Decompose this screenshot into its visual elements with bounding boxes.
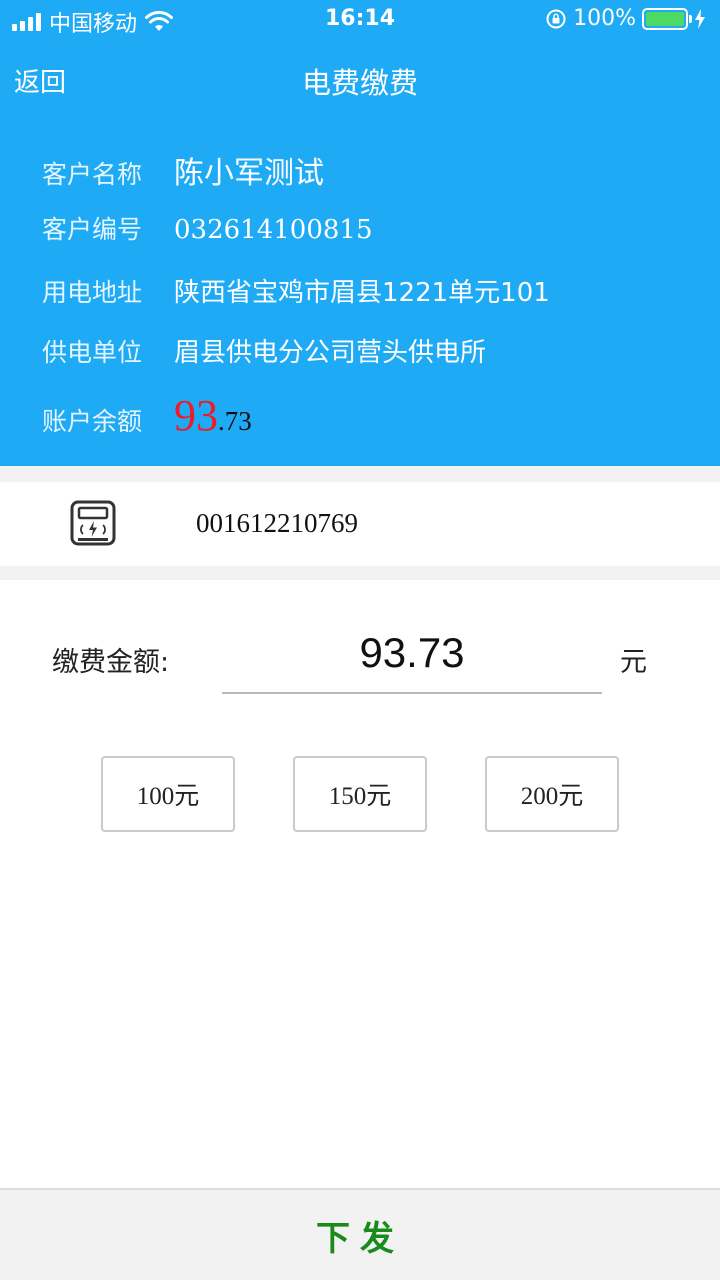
address-row: 用电地址 陕西省宝鸡市眉县1221单元101 [42, 272, 550, 309]
page-title: 电费缴费 [301, 66, 418, 100]
submit-button[interactable]: 下发 [0, 1190, 720, 1280]
electric-meter-icon [70, 500, 116, 546]
meter-row[interactable]: 001612210769 [0, 482, 720, 566]
customer-info-header: 中国移动 16:14 100% 返回 电费缴费 客户名称 陈小军测试 客户编号 … [0, 0, 720, 466]
quick-amount-150-button[interactable]: 150元 [293, 756, 427, 832]
payment-area: 缴费金额: 元 100元 150元 200元 [0, 580, 720, 1188]
customer-name-label: 客户名称 [42, 160, 143, 189]
balance-label: 账户余额 [42, 407, 143, 436]
customer-id-row: 客户编号 032614100815 [42, 210, 373, 246]
quick-amount-100-button[interactable]: 100元 [101, 756, 235, 832]
battery-icon [642, 7, 692, 30]
rotation-lock-icon [546, 9, 566, 28]
supplier-value: 眉县供电分公司营头供电所 [174, 338, 487, 368]
status-bar: 中国移动 16:14 100% [0, 0, 720, 40]
amount-label: 缴费金额: [52, 647, 170, 678]
balance-value: 93.73 [174, 390, 252, 441]
customer-id-label: 客户编号 [42, 215, 143, 244]
bottom-bar: 下发 [0, 1188, 720, 1280]
amount-input[interactable] [222, 614, 602, 694]
customer-name-row: 客户名称 陈小军测试 [42, 148, 324, 192]
meter-number: 001612210769 [196, 508, 358, 538]
battery-percent: 100% [573, 6, 636, 31]
address-value: 陕西省宝鸡市眉县1221单元101 [174, 278, 550, 308]
supplier-row: 供电单位 眉县供电分公司营头供电所 [42, 332, 486, 369]
amount-unit: 元 [620, 647, 647, 678]
supplier-label: 供电单位 [42, 338, 143, 367]
balance-integer: 93 [174, 391, 218, 440]
charging-bolt-icon [695, 8, 705, 29]
status-right: 100% [545, 6, 706, 31]
balance-row: 账户余额 93.73 [42, 390, 252, 441]
customer-name-value: 陈小军测试 [174, 156, 324, 191]
address-label: 用电地址 [42, 278, 143, 307]
quick-amount-200-button[interactable]: 200元 [485, 756, 619, 832]
balance-decimal: .73 [218, 406, 252, 436]
customer-id-value: 032614100815 [174, 215, 373, 245]
